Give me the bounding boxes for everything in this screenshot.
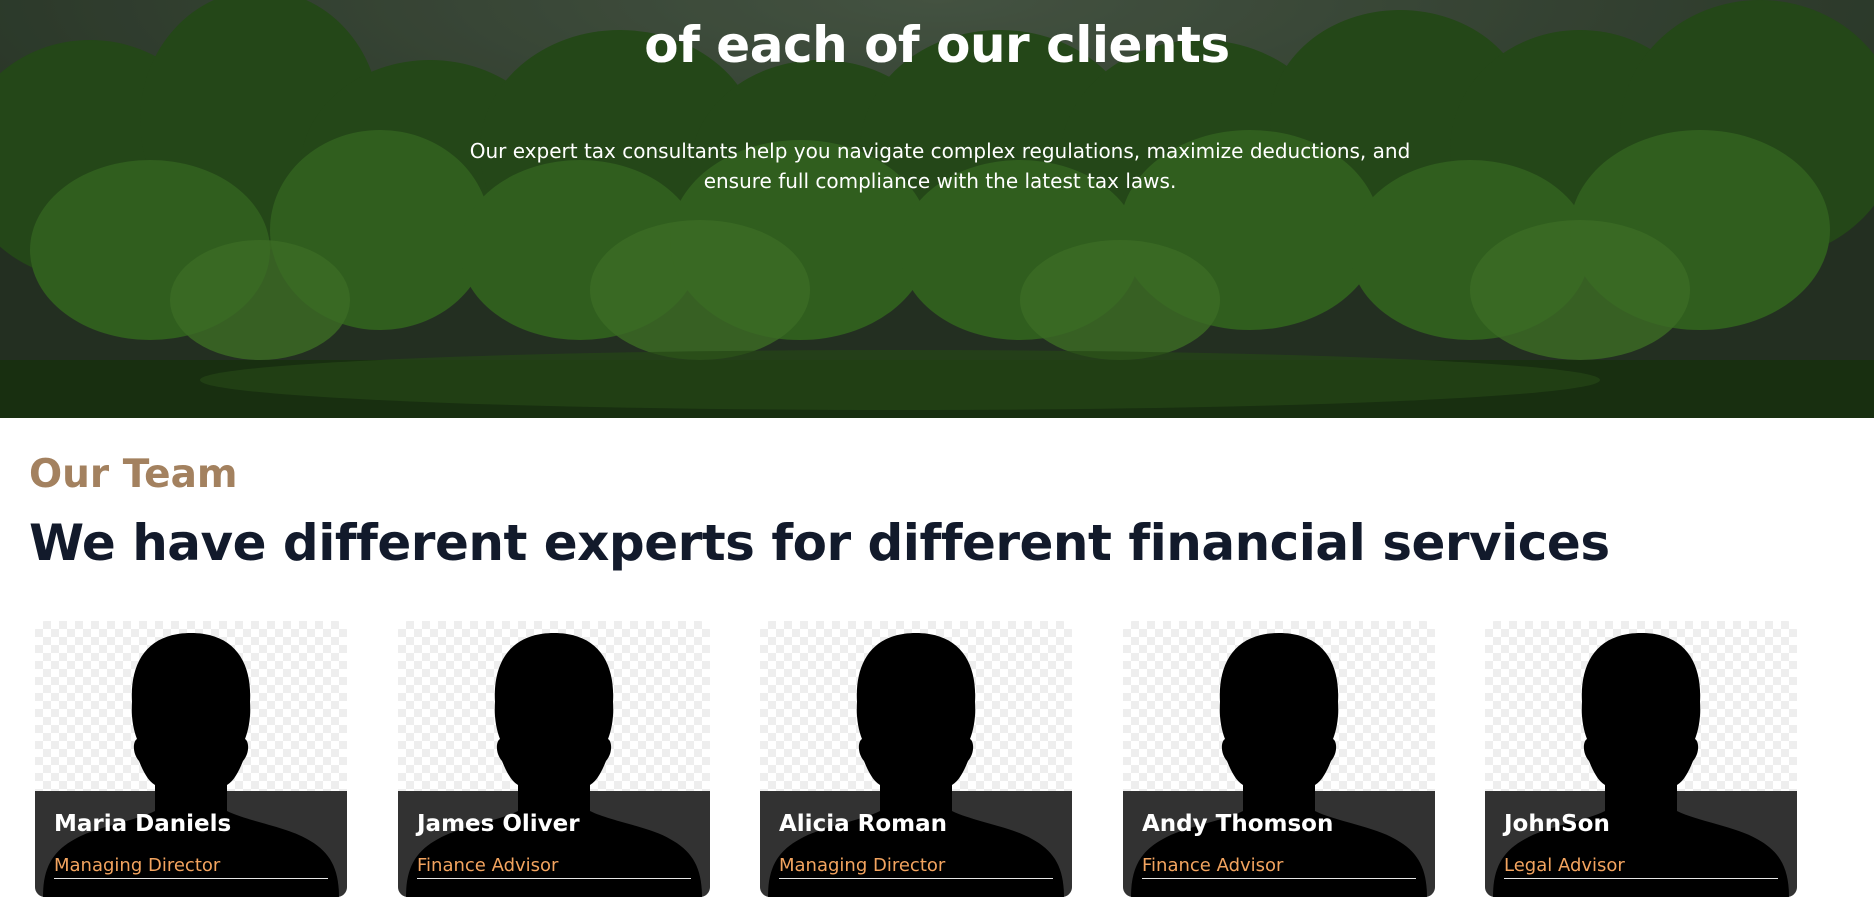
divider	[54, 878, 328, 879]
divider	[779, 878, 1053, 879]
member-name[interactable]: James Oliver	[417, 811, 580, 837]
member-name[interactable]: Maria Daniels	[54, 811, 231, 837]
member-role: Finance Advisor	[417, 855, 559, 876]
hero-title: of each of our clients	[644, 16, 1230, 74]
member-role: Managing Director	[779, 855, 946, 876]
team-eyebrow: Our Team	[29, 452, 238, 497]
hero-description-line-2: ensure full compliance with the latest t…	[703, 169, 1177, 193]
divider	[1504, 878, 1778, 879]
team-member-card[interactable]: Alicia Roman Managing Director	[760, 621, 1072, 897]
team-member-card[interactable]: Maria Daniels Managing Director	[35, 621, 347, 897]
team-member-card[interactable]: Andy Thomson Finance Advisor	[1123, 621, 1435, 897]
divider	[1142, 878, 1416, 879]
member-name[interactable]: JohnSon	[1504, 811, 1610, 837]
hero-banner: of each of our clients Our expert tax co…	[0, 0, 1874, 418]
team-member-card[interactable]: James Oliver Finance Advisor	[398, 621, 710, 897]
hero-description-line-1: Our expert tax consultants help you navi…	[469, 139, 1411, 163]
divider	[417, 878, 691, 879]
member-role: Legal Advisor	[1504, 855, 1625, 876]
member-name[interactable]: Alicia Roman	[779, 811, 947, 837]
hero-description: Our expert tax consultants help you navi…	[440, 136, 1440, 196]
member-role: Managing Director	[54, 855, 221, 876]
team-member-card[interactable]: JohnSon Legal Advisor	[1485, 621, 1797, 897]
member-role: Finance Advisor	[1142, 855, 1284, 876]
member-name[interactable]: Andy Thomson	[1142, 811, 1333, 837]
team-heading: We have different experts for different …	[29, 514, 1610, 572]
